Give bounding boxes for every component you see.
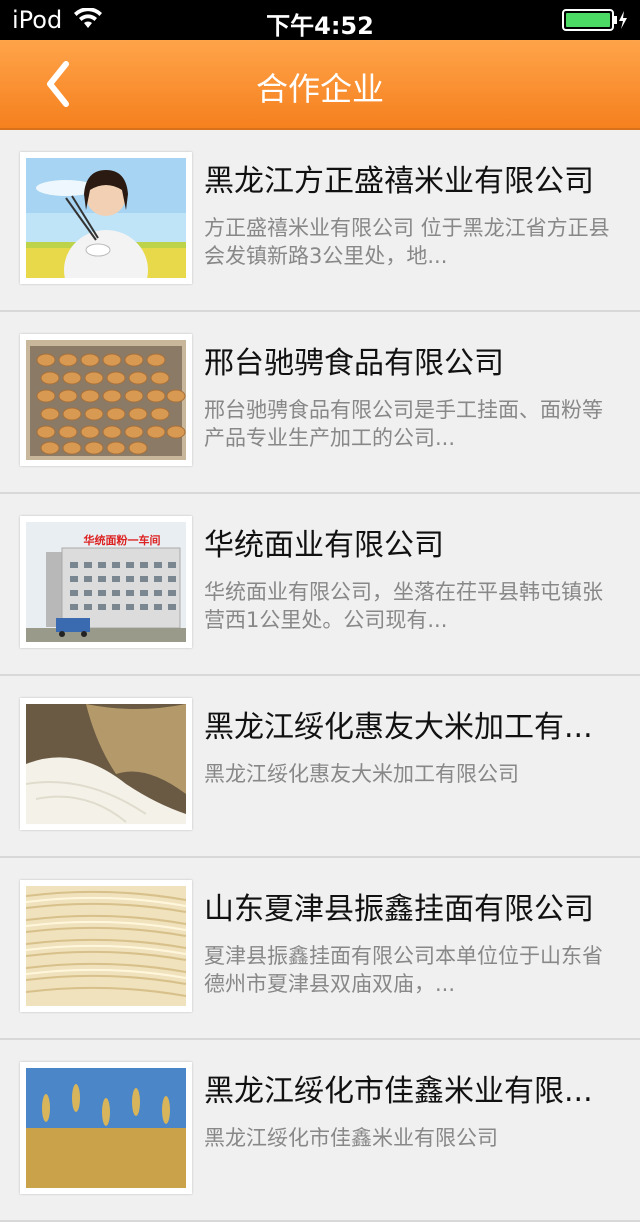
woman-eating-rice-image [26, 158, 186, 278]
company-title: 黑龙江绥化惠友大米加工有... [204, 710, 593, 745]
noodles-image [26, 886, 186, 1006]
list-item[interactable]: 黑龙江绥化市佳鑫米业有限... 黑龙江绥化市佳鑫米业有限公司 [0, 1040, 640, 1222]
status-bar: iPod 下午4:52 [0, 0, 640, 40]
company-title: 黑龙江绥化市佳鑫米业有限... [204, 1074, 593, 1109]
company-description: 黑龙江绥化市佳鑫米业有限公司 [204, 1126, 498, 1150]
list-item[interactable]: 山东夏津县振鑫挂面有限公司 夏津县振鑫挂面有限公司本单位位于山东省德州市夏津县双… [0, 858, 640, 1040]
company-description: 华统面业有限公司，坐落在茌平县韩屯镇张营西1公里处。公司现有... [204, 580, 603, 632]
company-description: 方正盛禧米业有限公司 位于黑龙江省方正县会发镇新路3公里处，地... [204, 216, 610, 268]
company-title: 黑龙江方正盛禧米业有限公司 [204, 164, 594, 199]
company-thumbnail [20, 334, 192, 466]
battery-icon [562, 9, 627, 31]
company-thumbnail [20, 880, 192, 1012]
status-time: 下午4:52 [266, 12, 374, 40]
company-thumbnail [20, 152, 192, 284]
nav-bar: 合作企业 [0, 40, 640, 130]
company-thumbnail [20, 698, 192, 830]
rice-sack-image [26, 704, 186, 824]
page-title: 合作企业 [255, 70, 384, 108]
company-description: 黑龙江绥化惠友大米加工有限公司 [204, 762, 519, 786]
list-item[interactable]: 黑龙江绥化惠友大米加工有... 黑龙江绥化惠友大米加工有限公司 [0, 676, 640, 858]
company-description: 邢台驰骋食品有限公司是手工挂面、面粉等产品专业生产加工的公司... [204, 398, 603, 450]
company-title: 邢台驰骋食品有限公司 [204, 346, 504, 381]
wheat-field-image [26, 1068, 186, 1188]
company-title: 山东夏津县振鑫挂面有限公司 [204, 892, 594, 927]
factory-sign-text: 华统面粉一车间 [84, 533, 161, 547]
list-item[interactable]: 黑龙江方正盛禧米业有限公司 方正盛禧米业有限公司 位于黑龙江省方正县会发镇新路3… [0, 130, 640, 312]
factory-building-image: 华统面粉一车间 [26, 522, 186, 642]
company-list: 黑龙江方正盛禧米业有限公司 方正盛禧米业有限公司 位于黑龙江省方正县会发镇新路3… [0, 130, 640, 1222]
baked-biscuits-image [26, 340, 186, 460]
company-thumbnail [20, 1062, 192, 1194]
list-item[interactable]: 邢台驰骋食品有限公司 邢台驰骋食品有限公司是手工挂面、面粉等产品专业生产加工的公… [0, 312, 640, 494]
list-item[interactable]: 华统面粉一车间 华统面业有限公司 华统面业有限公司，坐落在茌平县韩屯镇张营西1公… [0, 494, 640, 676]
company-thumbnail: 华统面粉一车间 [20, 516, 192, 648]
company-description: 夏津县振鑫挂面有限公司本单位位于山东省德州市夏津县双庙双庙，... [204, 944, 603, 996]
company-title: 华统面业有限公司 [204, 528, 444, 563]
